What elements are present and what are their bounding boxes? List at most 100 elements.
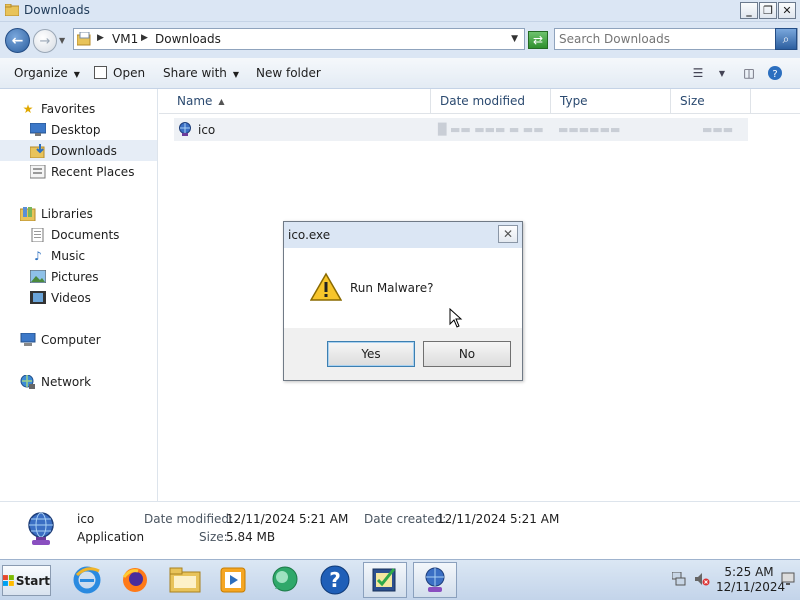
globe-app-icon[interactable] bbox=[413, 562, 457, 598]
address-row: ← → ▼ ▶ VM1 ▶ Downloads ▼ ⇄ ⌕ bbox=[0, 22, 800, 58]
open-label: Open bbox=[113, 66, 146, 80]
folder-icon bbox=[5, 4, 19, 16]
show-desktop-icon[interactable] bbox=[781, 572, 795, 589]
column-header-extra[interactable] bbox=[751, 89, 800, 114]
search-icon[interactable]: ⌕ bbox=[775, 28, 797, 50]
start-label: Start bbox=[15, 573, 50, 588]
share-with-label: Share with bbox=[163, 66, 227, 80]
file-type: ▬▬▬▬▬▬ bbox=[558, 123, 621, 136]
recent-places-icon bbox=[29, 164, 46, 179]
sidebar-item-documents[interactable]: Documents bbox=[0, 224, 157, 245]
svg-text:?: ? bbox=[772, 69, 777, 80]
sidebar-item-pictures[interactable]: Pictures bbox=[0, 266, 157, 287]
chevron-down-icon[interactable]: ▼ bbox=[511, 34, 518, 44]
column-header-size[interactable]: Size bbox=[671, 89, 751, 114]
clock[interactable]: 5:25 AM 12/11/2024 bbox=[716, 565, 785, 595]
network-tray-icon[interactable] bbox=[671, 571, 686, 589]
firefox-icon[interactable] bbox=[113, 562, 157, 598]
view-options-icon[interactable]: ☰ bbox=[689, 65, 707, 81]
sidebar-item-recent-places[interactable]: Recent Places bbox=[0, 161, 157, 182]
table-row[interactable]: ico █ ▬▬ ▬▬▬ ▬ ▬▬ ▬▬▬▬▬▬ ▬▬▬ bbox=[174, 118, 748, 141]
help-icon[interactable]: ? bbox=[766, 65, 784, 81]
media-player-icon[interactable] bbox=[211, 562, 255, 598]
start-button[interactable]: Start bbox=[2, 565, 51, 596]
open-icon bbox=[94, 66, 107, 79]
mouse-cursor-icon bbox=[449, 308, 463, 328]
malware-prompt-dialog: ico.exe ✕ Run Malware? Yes No bbox=[283, 221, 523, 381]
address-bar[interactable]: ▶ VM1 ▶ Downloads ▼ bbox=[73, 28, 525, 50]
system-tray: 5:25 AM 12/11/2024 bbox=[662, 562, 798, 598]
close-button[interactable]: ✕ bbox=[778, 2, 796, 19]
file-date-modified: █ ▬▬ ▬▬▬ ▬ ▬▬ bbox=[438, 123, 544, 136]
globe-app-icon bbox=[28, 512, 54, 545]
window-title: Downloads bbox=[24, 3, 90, 17]
dialog-body: Run Malware? bbox=[284, 248, 522, 328]
back-button[interactable]: ← bbox=[5, 28, 30, 53]
taskbar: Start ? 5:25 AM 12/11/2024 bbox=[0, 559, 800, 600]
pictures-icon bbox=[29, 269, 47, 284]
sidebar-item-favorites[interactable]: ★ Favorites bbox=[0, 98, 157, 119]
new-folder-button[interactable]: New folder bbox=[256, 66, 321, 80]
sidebar-item-label: Videos bbox=[51, 290, 91, 305]
details-date-modified-label: Date modified: bbox=[144, 512, 234, 526]
details-date-created-value: 12/11/2024 5:21 AM bbox=[437, 512, 560, 526]
details-pane: ico Application Date modified: 12/11/202… bbox=[0, 501, 800, 559]
sidebar-item-label: Documents bbox=[51, 227, 120, 242]
file-explorer-icon[interactable] bbox=[163, 562, 207, 598]
sidebar-item-computer[interactable]: Computer bbox=[0, 329, 157, 350]
breadcrumb-vm1[interactable]: VM1 bbox=[112, 32, 138, 46]
preview-pane-icon[interactable]: ◫ bbox=[740, 65, 758, 81]
search-box[interactable]: ⌕ bbox=[554, 28, 798, 50]
sidebar-item-downloads[interactable]: Downloads bbox=[0, 140, 157, 161]
column-header-date-modified[interactable]: Date modified bbox=[431, 89, 551, 114]
chevron-down-icon: ▼ bbox=[73, 70, 80, 79]
column-header-type[interactable]: Type bbox=[551, 89, 671, 114]
sidebar-item-label: Libraries bbox=[41, 206, 93, 221]
yes-button[interactable]: Yes bbox=[327, 341, 415, 367]
sidebar-item-music[interactable]: ♪ Music bbox=[0, 245, 157, 266]
navigation-pane: ★ Favorites Desktop Downloads Recent Plac… bbox=[0, 89, 158, 501]
column-header-label: Name bbox=[177, 94, 213, 108]
column-header-name[interactable]: Name ▲ bbox=[159, 89, 431, 114]
sidebar-item-label: Recent Places bbox=[51, 164, 135, 179]
breadcrumb-downloads[interactable]: Downloads bbox=[155, 32, 221, 46]
libraries-icon bbox=[19, 206, 36, 221]
no-button[interactable]: No bbox=[423, 341, 511, 367]
organize-label: Organize bbox=[14, 66, 68, 80]
chevron-right-icon[interactable]: ▶ bbox=[141, 33, 148, 43]
chevron-right-icon[interactable]: ▶ bbox=[97, 33, 104, 43]
refresh-button[interactable]: ⇄ bbox=[528, 31, 548, 49]
open-button[interactable]: Open bbox=[94, 66, 145, 80]
dialog-close-button[interactable]: ✕ bbox=[498, 225, 518, 243]
internet-explorer-icon[interactable] bbox=[65, 562, 109, 598]
organize-button[interactable]: Organize ▼ bbox=[14, 66, 80, 80]
sidebar-item-desktop[interactable]: Desktop bbox=[0, 119, 157, 140]
minimize-button[interactable]: _ bbox=[740, 2, 758, 19]
downloads-folder-icon bbox=[29, 143, 46, 158]
details-file-type: Application bbox=[77, 530, 145, 544]
sidebar-item-label: Desktop bbox=[51, 122, 101, 137]
help-icon[interactable]: ? bbox=[313, 562, 357, 598]
windows-logo-icon bbox=[3, 575, 14, 586]
volume-muted-icon[interactable] bbox=[694, 572, 710, 589]
details-date-created-label: Date created: bbox=[364, 512, 447, 526]
svg-text:?: ? bbox=[329, 568, 341, 592]
file-name: ico bbox=[198, 123, 216, 137]
search-input[interactable] bbox=[559, 31, 771, 47]
recent-pages-dropdown[interactable]: ▼ bbox=[59, 36, 69, 46]
maximize-button[interactable]: ❐ bbox=[759, 2, 777, 19]
videos-icon bbox=[30, 290, 46, 305]
star-icon: ★ bbox=[22, 101, 34, 116]
sidebar-item-libraries[interactable]: Libraries bbox=[0, 203, 157, 224]
sidebar-item-label: Downloads bbox=[51, 143, 117, 158]
command-bar: Organize ▼ Open Share with ▼ New folder ☰ … bbox=[0, 58, 800, 89]
chevron-down-icon[interactable]: ▼ bbox=[713, 65, 731, 81]
sidebar-item-network[interactable]: Network bbox=[0, 371, 157, 392]
forward-button[interactable]: → bbox=[33, 29, 57, 53]
sort-ascending-icon: ▲ bbox=[218, 96, 225, 106]
share-with-button[interactable]: Share with ▼ bbox=[163, 66, 239, 80]
chat-icon[interactable] bbox=[263, 562, 307, 598]
sidebar-item-label: Network bbox=[41, 374, 92, 389]
checklist-icon[interactable] bbox=[363, 562, 407, 598]
sidebar-item-videos[interactable]: Videos bbox=[0, 287, 157, 308]
